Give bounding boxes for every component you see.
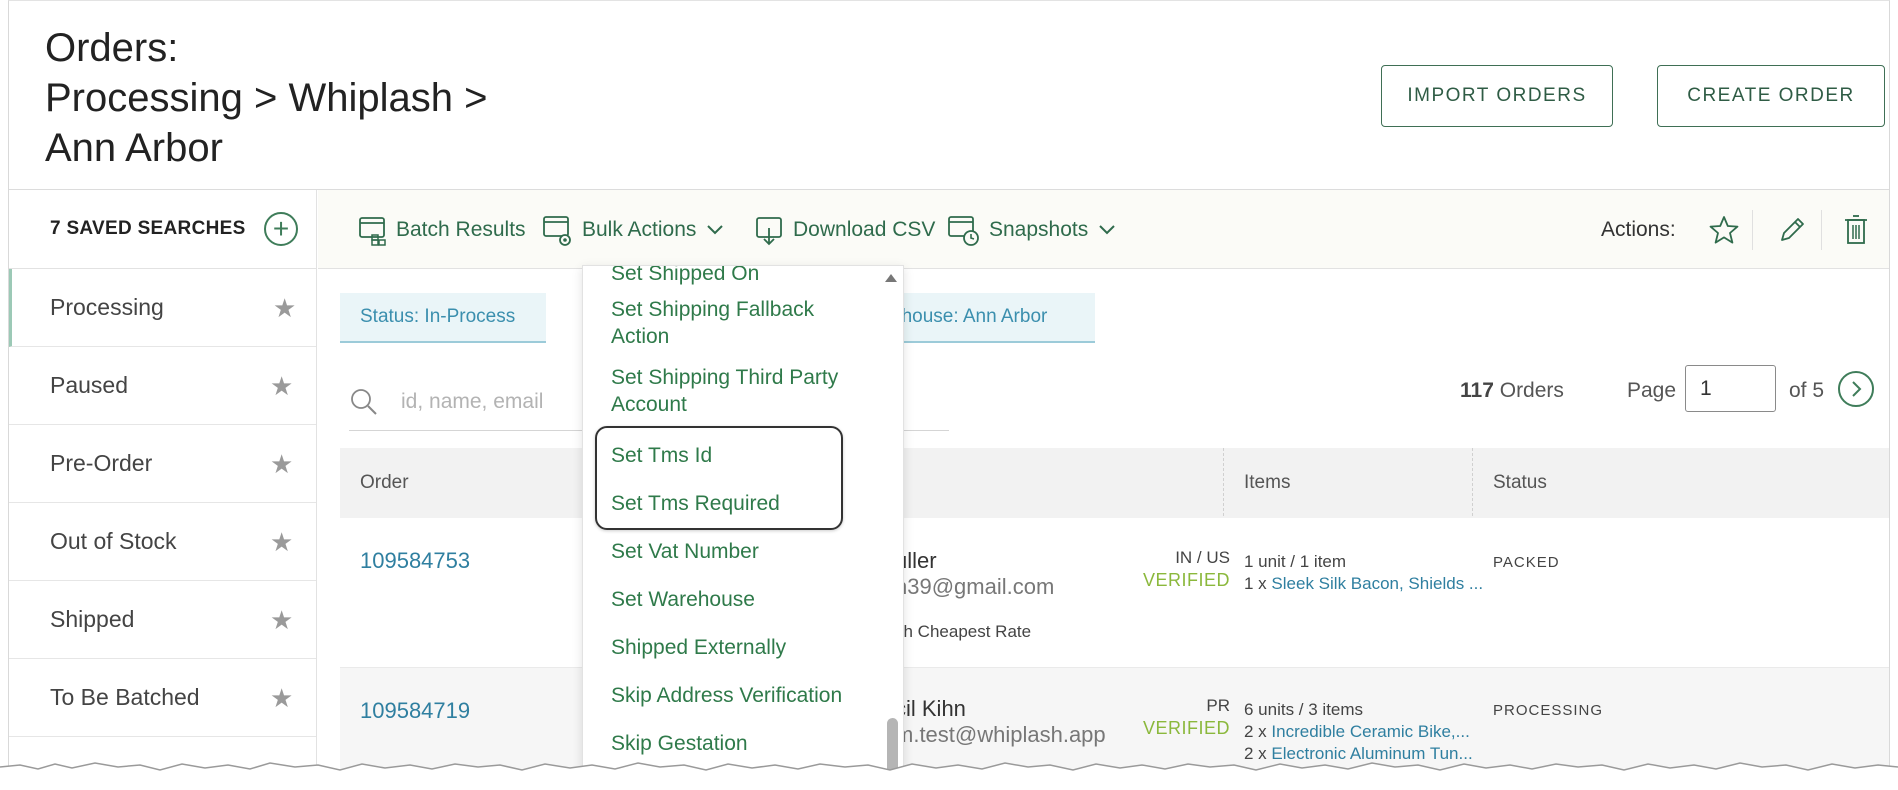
country-code: PR [1206,696,1230,715]
delete-trash-icon[interactable] [1838,212,1874,248]
torn-edge-decoration [0,762,1898,790]
page-label: Page [1627,379,1677,402]
orders-table-header: Order Items Status [340,448,1889,518]
shipping-method: sh Cheapest Rate [895,622,1032,641]
item-link[interactable]: Incredible Ceramic Bike,... [1271,722,1469,741]
page-total: of 5 [1789,379,1825,402]
import-orders-button[interactable]: IMPORT ORDERS [1381,65,1613,127]
order-status: PROCESSING [1493,702,1604,719]
star-icon[interactable]: ★ [270,607,293,633]
sidebar-item-processing[interactable]: Processing ★ [9,269,316,347]
page-title: Orders: Processing > Whiplash > Ann Arbo… [45,23,487,173]
sidebar-item-shipped[interactable]: Shipped ★ [9,581,316,659]
sidebar-item-pre-order[interactable]: Pre-Order ★ [9,425,316,503]
snapshots-button[interactable]: Snapshots [947,190,1116,269]
item-line: 2 x Incredible Ceramic Bike,... [1244,722,1470,742]
saved-searches-label: 7 SAVED SEARCHES [50,218,246,239]
bulk-actions-button[interactable]: Bulk Actions [542,190,724,269]
item-line: 1 x Sleek Silk Bacon, Shields ... [1244,574,1483,594]
page-title-line-3: Ann Arbor [45,126,223,170]
star-icon[interactable]: ★ [273,295,296,321]
customer-email: m.test@whiplash.app [895,722,1106,747]
page-number-input[interactable] [1685,365,1776,412]
menu-item-skip-address-verification[interactable]: Skip Address Verification [611,682,871,709]
country-code: IN / US [1175,548,1230,567]
column-header-status[interactable]: Status [1493,448,1547,518]
items-summary: 1 unit / 1 item [1244,552,1347,571]
favorite-star-icon[interactable] [1706,212,1742,248]
add-saved-search-icon[interactable]: + [264,212,298,246]
star-icon[interactable]: ★ [270,373,293,399]
item-link[interactable]: Sleek Silk Bacon, Shields ... [1271,574,1483,593]
actions-label: Actions: [1601,217,1676,241]
order-status: PACKED [1493,554,1560,571]
orders-count: 117 Orders [1460,379,1564,403]
sidebar-item-out-of-stock[interactable]: Out of Stock ★ [9,503,316,581]
sidebar-item-to-be-batched[interactable]: To Be Batched ★ [9,659,316,737]
address-verified-badge: VERIFIED [1142,718,1230,738]
orders-toolbar: Batch Results Bulk Actions Download CSV … [318,190,1889,269]
star-icon[interactable]: ★ [270,529,293,555]
bulk-actions-label: Bulk Actions [582,217,697,241]
next-page-icon[interactable] [1838,371,1874,407]
sidebar-item-label: Out of Stock [50,528,177,554]
page-title-line-2: Processing > Whiplash > [45,76,488,120]
column-header-order[interactable]: Order [360,448,409,518]
items-summary: 6 units / 3 items [1244,700,1364,719]
item-quantity: 2 x [1244,722,1267,741]
edit-pencil-icon[interactable] [1774,212,1810,248]
menu-item-skip-gestation[interactable]: Skip Gestation [611,730,871,757]
item-quantity: 1 x [1244,574,1267,593]
star-icon[interactable]: ★ [270,451,293,477]
menu-item-set-shipping-fallback-action[interactable]: Set Shipping Fallback Action [611,296,871,350]
bulk-actions-icon [543,215,571,246]
chevron-down-icon [707,224,724,234]
filter-chip-status[interactable]: Status: In-Process [340,293,546,343]
batch-results-icon [359,216,386,246]
orders-count-number: 117 [1460,379,1494,402]
sidebar-item-label: Paused [50,372,129,398]
orders-count-suffix: Orders [1499,379,1564,402]
customer-email: n39@gmail.com [895,574,1055,599]
sidebar-item-label: Pre-Order [50,450,153,476]
snapshots-label: Snapshots [989,217,1089,241]
app-window: Orders: Processing > Whiplash > Ann Arbo… [8,0,1890,790]
download-csv-label: Download CSV [793,217,936,241]
menu-item-set-warehouse[interactable]: Set Warehouse [611,586,871,613]
download-csv-button[interactable]: Download CSV [755,190,935,269]
address-verified-badge: VERIFIED [1142,570,1230,590]
menu-scrollbar[interactable] [883,266,903,790]
sidebar-item-label: Processing [50,294,164,320]
page-title-line-1: Orders: [45,26,179,70]
star-icon[interactable]: ★ [270,685,293,711]
sidebar-item-label: Shipped [50,606,135,632]
batch-results-label: Batch Results [396,217,526,241]
customer-name: cil Kihn [895,696,966,721]
order-number-link[interactable]: 109584719 [360,698,470,724]
download-icon [756,216,782,245]
menu-item-set-shipped-on[interactable]: Set Shipped On [611,266,871,287]
chevron-down-icon [1099,224,1115,234]
bulk-actions-menu: Set Shipped On Set Shipping Fallback Act… [582,265,904,790]
toolbar-divider [1752,210,1753,250]
column-header-items[interactable]: Items [1244,448,1290,518]
scroll-up-arrow-icon[interactable] [885,274,897,282]
table-row[interactable]: 109584753 uller n39@gmail.com sh Cheapes… [340,518,1889,668]
sidebar-item-paused[interactable]: Paused ★ [9,347,316,425]
saved-searches-header: 7 SAVED SEARCHES + [9,190,316,269]
filter-chip-warehouse[interactable]: ehouse: Ann Arbor [879,293,1095,343]
snapshots-clock-icon [948,215,979,246]
menu-item-shipped-externally[interactable]: Shipped Externally [611,634,871,661]
menu-item-set-vat-number[interactable]: Set Vat Number [611,538,871,565]
menu-item-set-shipping-third-party-account[interactable]: Set Shipping Third Party Account [611,364,871,418]
create-order-button[interactable]: CREATE ORDER [1657,65,1885,127]
toolbar-divider [1821,210,1822,250]
saved-searches-sidebar: 7 SAVED SEARCHES + Processing ★ Paused ★… [9,190,317,790]
order-number-link[interactable]: 109584753 [360,548,470,574]
batch-results-button[interactable]: Batch Results [358,190,526,269]
search-icon [351,388,377,415]
sidebar-item-label: To Be Batched [50,684,200,710]
highlighted-menu-items-box [595,426,843,530]
